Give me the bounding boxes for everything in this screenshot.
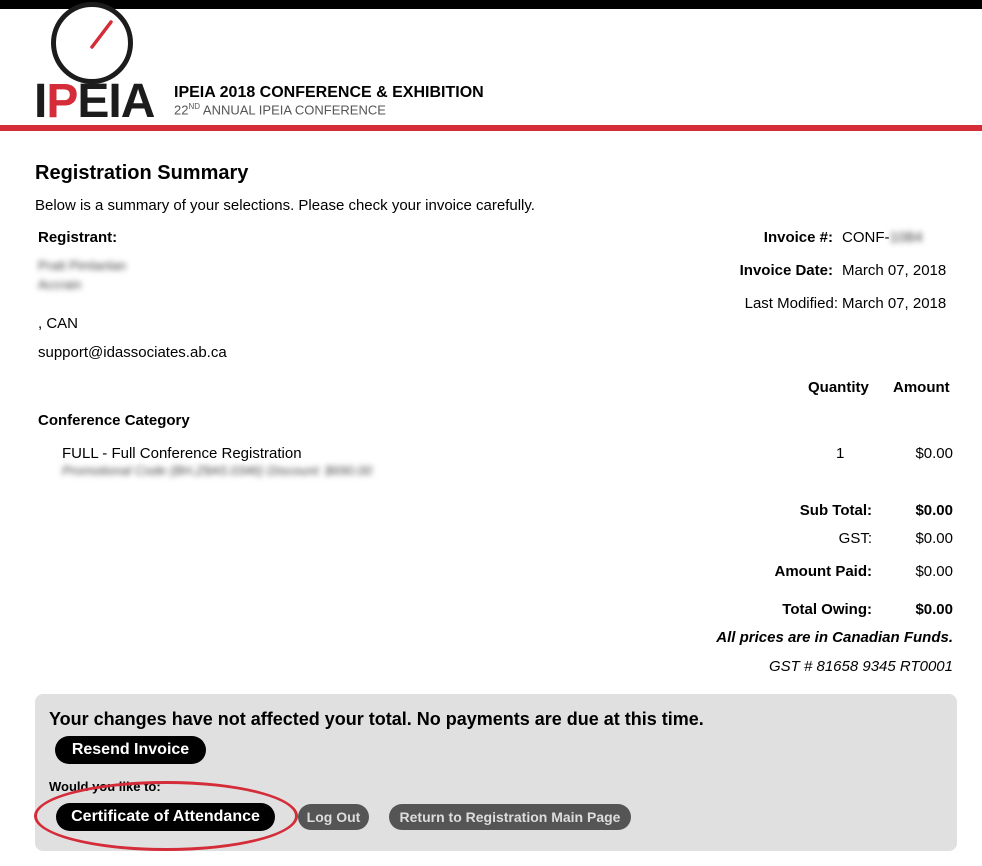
- total-owing-value: $0.00: [915, 601, 953, 618]
- registrant-email: support@idassociates.ab.ca: [38, 344, 227, 361]
- registrant-location: , CAN: [38, 315, 79, 332]
- conference-subtitle: 22ND ANNUAL IPEIA CONFERENCE: [174, 102, 386, 118]
- conference-title: IPEIA 2018 CONFERENCE & EXHIBITION: [174, 84, 484, 101]
- return-to-main-page-button[interactable]: Return to Registration Main Page: [389, 804, 631, 830]
- top-black-bar: [0, 0, 982, 9]
- page-title: Registration Summary: [35, 162, 249, 184]
- gst-number: GST # 81658 9345 RT0001: [768, 658, 953, 675]
- registrant-name: Pratt Pimlanlan: [38, 258, 127, 273]
- last-modified-value: March 07, 2018: [842, 295, 947, 312]
- conference-category-heading: Conference Category: [38, 412, 190, 429]
- invoice-date-value: March 07, 2018: [842, 262, 947, 279]
- gst-label: GST:: [838, 530, 872, 547]
- invoice-number-value: CONF-1084: [842, 229, 923, 246]
- line-item-amount: $0.00: [915, 445, 953, 462]
- status-panel: Your changes have not affected your tota…: [35, 694, 957, 851]
- intro-text: Below is a summary of your selections. P…: [35, 197, 535, 214]
- subtotal-label: Sub Total:: [799, 502, 872, 519]
- amount-paid-label: Amount Paid:: [774, 563, 873, 580]
- registrant-label: Registrant:: [38, 229, 118, 246]
- amount-paid-value: $0.00: [915, 563, 953, 580]
- registrant-company: Accrain: [38, 277, 82, 292]
- logo-wordmark: IPEIA: [34, 75, 155, 128]
- quantity-column-header: Quantity: [808, 379, 869, 396]
- total-owing-label: Total Owing:: [782, 601, 872, 618]
- amount-column-header: Amount: [893, 379, 950, 396]
- line-item-quantity: 1: [836, 445, 845, 462]
- gauge-icon: [51, 2, 133, 84]
- subtotal-value: $0.00: [915, 502, 953, 519]
- log-out-button[interactable]: Log Out: [298, 804, 369, 830]
- would-you-like-label: Would you like to:: [49, 779, 161, 794]
- line-item-name: FULL - Full Conference Registration: [62, 445, 302, 462]
- invoice-date-label: Invoice Date:: [739, 262, 833, 279]
- line-item-promo: Promotional Code (BH.Z8A5.0346) Discount…: [62, 463, 373, 478]
- invoice-number-label: Invoice #:: [763, 229, 833, 246]
- resend-invoice-button[interactable]: Resend Invoice: [55, 736, 206, 764]
- status-message: Your changes have not affected your tota…: [49, 709, 704, 729]
- last-modified-label: Last Modified:: [744, 295, 838, 312]
- gst-value: $0.00: [915, 530, 953, 547]
- certificate-of-attendance-button[interactable]: Certificate of Attendance: [56, 803, 275, 831]
- currency-note: All prices are in Canadian Funds.: [716, 629, 953, 646]
